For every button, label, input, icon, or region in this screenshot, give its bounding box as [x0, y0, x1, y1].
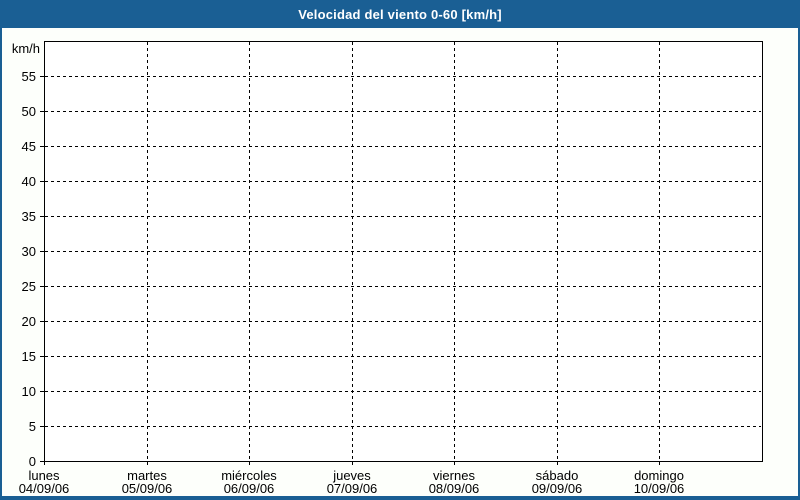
- y-tick-label: 35: [2, 209, 36, 224]
- h-gridline: [45, 111, 761, 112]
- y-tick-label: 30: [2, 244, 36, 259]
- y-tick-label: 0: [2, 454, 36, 469]
- x-date-label: 06/09/06: [198, 482, 300, 495]
- v-gridline: [352, 42, 353, 460]
- x-date-label: 05/09/06: [96, 482, 198, 495]
- h-gridline: [45, 76, 761, 77]
- y-tick-label: 20: [2, 314, 36, 329]
- y-tick-label: 55: [2, 69, 36, 84]
- x-tick-mark: [147, 462, 148, 467]
- v-gridline: [659, 42, 660, 460]
- y-tick-mark: [40, 76, 44, 77]
- h-gridline: [45, 146, 761, 147]
- h-gridline: [45, 251, 761, 252]
- y-tick-label: 10: [2, 384, 36, 399]
- v-gridline: [147, 42, 148, 460]
- x-date-label: 07/09/06: [301, 482, 403, 495]
- h-gridline: [45, 321, 761, 322]
- y-axis-unit-label: km/h: [2, 41, 40, 56]
- y-tick-mark: [40, 356, 44, 357]
- y-tick-mark: [40, 111, 44, 112]
- x-date-label: 09/09/06: [506, 482, 608, 495]
- x-date-label: 08/09/06: [403, 482, 505, 495]
- h-gridline: [45, 356, 761, 357]
- x-date-label: 04/09/06: [0, 482, 95, 495]
- h-gridline: [45, 216, 761, 217]
- y-tick-label: 40: [2, 174, 36, 189]
- h-gridline: [45, 391, 761, 392]
- chart-title-bar: Velocidad del viento 0-60 [km/h]: [0, 0, 800, 28]
- x-tick-mark: [249, 462, 250, 467]
- x-tick-mark: [44, 462, 45, 467]
- y-tick-mark: [40, 251, 44, 252]
- y-tick-mark: [40, 216, 44, 217]
- y-tick-mark: [40, 286, 44, 287]
- x-tick-mark: [352, 462, 353, 467]
- y-tick-mark: [40, 146, 44, 147]
- chart-title: Velocidad del viento 0-60 [km/h]: [298, 7, 502, 22]
- y-tick-mark: [40, 426, 44, 427]
- wind-speed-chart-window: Velocidad del viento 0-60 [km/h] km/h 05…: [0, 0, 800, 500]
- y-tick-label: 5: [2, 419, 36, 434]
- v-gridline: [557, 42, 558, 460]
- x-date-label: 10/09/06: [608, 482, 710, 495]
- x-tick-mark: [557, 462, 558, 467]
- y-tick-mark: [40, 321, 44, 322]
- y-tick-label: 25: [2, 279, 36, 294]
- x-tick-mark: [454, 462, 455, 467]
- x-tick-mark: [659, 462, 660, 467]
- y-tick-label: 50: [2, 104, 36, 119]
- h-gridline: [45, 181, 761, 182]
- v-gridline: [249, 42, 250, 460]
- y-tick-label: 15: [2, 349, 36, 364]
- y-tick-label: 45: [2, 139, 36, 154]
- v-gridline: [454, 42, 455, 460]
- y-tick-mark: [40, 391, 44, 392]
- y-tick-mark: [40, 181, 44, 182]
- h-gridline: [45, 426, 761, 427]
- h-gridline: [45, 286, 761, 287]
